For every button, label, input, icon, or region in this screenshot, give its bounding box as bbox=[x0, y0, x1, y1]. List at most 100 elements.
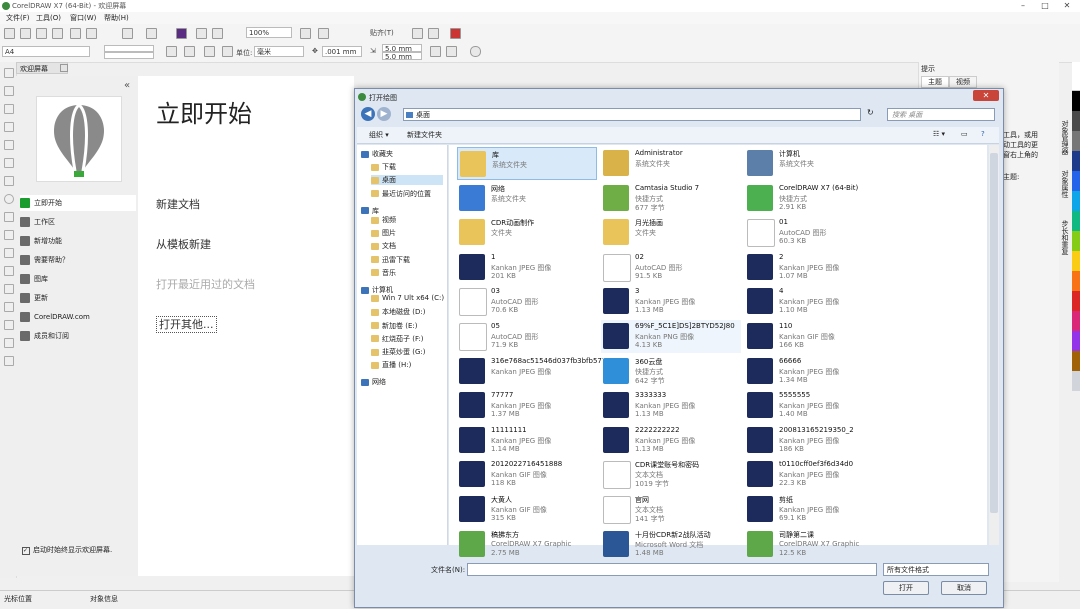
file-item[interactable]: 十月份CDR新2战队活动 Microsoft Word 文档 1.48 MB bbox=[601, 528, 741, 561]
shape-tool-icon[interactable] bbox=[4, 86, 14, 96]
file-item[interactable]: 69%F_5C1E]DS]2BTYD52J80 Kankan PNG 图像 4.13… bbox=[601, 320, 741, 353]
nav-gallery[interactable]: 图库 bbox=[20, 271, 136, 287]
copy-icon[interactable] bbox=[86, 28, 97, 39]
scroll-thumb[interactable] bbox=[990, 153, 998, 513]
cancel-button[interactable]: 取消 bbox=[941, 581, 987, 595]
collapse-icon[interactable]: « bbox=[124, 80, 130, 91]
side-tab-object-properties[interactable]: 对象属性 bbox=[1060, 170, 1070, 198]
file-item[interactable]: Administrator 系统文件夹 bbox=[601, 147, 741, 180]
nav-whats-new[interactable]: 新增功能 bbox=[20, 233, 136, 249]
cut-icon[interactable] bbox=[70, 28, 81, 39]
nav-tree-item[interactable]: 下载 bbox=[371, 162, 443, 172]
nudge-field[interactable]: .001 mm bbox=[322, 46, 362, 57]
nav-tree-item[interactable]: 迅雷下载 bbox=[371, 255, 443, 265]
file-item[interactable]: 2222222222 Kankan JPEG 图像 1.13 MB bbox=[601, 424, 741, 457]
view-icon[interactable]: ☷ ▾ bbox=[933, 130, 945, 138]
swatch[interactable] bbox=[1072, 171, 1080, 191]
unit-select[interactable]: 毫米 bbox=[254, 46, 304, 57]
launch-icon[interactable] bbox=[450, 28, 461, 39]
file-item[interactable]: 计算机 系统文件夹 bbox=[745, 147, 885, 180]
menu-help[interactable]: 帮助(H) bbox=[104, 13, 129, 23]
tab-topics[interactable]: 主题 bbox=[921, 76, 949, 88]
file-item[interactable]: CDR课堂账号和密码 文本文档 1019 字节 bbox=[601, 458, 741, 491]
open-button[interactable]: 打开 bbox=[883, 581, 929, 595]
file-item[interactable]: 司静第二课 CorelDRAW X7 Graphic 12.5 KB bbox=[745, 528, 885, 561]
new-document-link[interactable]: 新建文档 bbox=[156, 196, 200, 212]
file-item[interactable]: 11111111 Kankan JPEG 图像 1.14 MB bbox=[457, 424, 597, 457]
side-tab-object-manager[interactable]: 对象管理器 bbox=[1060, 120, 1070, 155]
nav-tree-item[interactable]: 图片 bbox=[371, 228, 443, 238]
filename-input[interactable] bbox=[467, 563, 877, 576]
swatch[interactable] bbox=[1072, 331, 1080, 351]
file-item[interactable]: 5555555 Kankan JPEG 图像 1.40 MB bbox=[745, 389, 885, 422]
dup-y-field[interactable]: 5.0 mm bbox=[382, 52, 422, 61]
smart-fill-icon[interactable] bbox=[4, 158, 14, 168]
file-item[interactable]: CDR动画制作 文件夹 bbox=[457, 216, 597, 249]
file-item[interactable]: 01 AutoCAD 图形 60.3 KB bbox=[745, 216, 885, 249]
file-item[interactable]: 4 Kankan JPEG 图像 1.10 MB bbox=[745, 285, 885, 318]
file-item[interactable]: 77777 Kankan JPEG 图像 1.37 MB bbox=[457, 389, 597, 422]
snap-to-dropdown[interactable]: 贴齐(T) bbox=[370, 28, 394, 38]
back-button[interactable]: ◀ bbox=[361, 107, 375, 121]
portrait-icon[interactable] bbox=[166, 46, 177, 57]
swatch[interactable] bbox=[1072, 271, 1080, 291]
pan-icon[interactable] bbox=[318, 28, 329, 39]
freehand-tool-icon[interactable] bbox=[4, 140, 14, 150]
minimize-button[interactable]: – bbox=[1012, 0, 1034, 12]
export-icon[interactable] bbox=[212, 28, 223, 39]
file-item[interactable]: 200813165219350_2 Kankan JPEG 图像 186 KB bbox=[745, 424, 885, 457]
file-item[interactable]: 库系统文件夹 bbox=[457, 147, 597, 180]
swatch[interactable] bbox=[1072, 111, 1080, 131]
all-pages-icon[interactable] bbox=[204, 46, 215, 57]
file-item[interactable]: 稿拂东方 CorelDRAW X7 Graphic 2.75 MB bbox=[457, 528, 597, 561]
file-item[interactable]: 316e768ac51546d037fb3bfb577db7ba001 Kanka… bbox=[457, 355, 603, 388]
swatch[interactable] bbox=[1072, 91, 1080, 111]
tab-grid-icon[interactable] bbox=[60, 64, 68, 72]
dup-x-field[interactable]: 5.0 mm bbox=[382, 44, 422, 53]
eyedropper-icon[interactable] bbox=[4, 320, 14, 330]
print-icon[interactable] bbox=[52, 28, 63, 39]
new-from-template-link[interactable]: 从模板新建 bbox=[156, 236, 211, 252]
file-item[interactable]: CorelDRAW X7 (64-Bit) 快捷方式 2.91 KB bbox=[745, 182, 885, 215]
current-page-icon[interactable] bbox=[222, 46, 233, 57]
swatch[interactable] bbox=[1072, 131, 1080, 151]
redo-icon[interactable] bbox=[146, 28, 157, 39]
swatch[interactable] bbox=[1072, 291, 1080, 311]
nav-tree-item[interactable]: 新加卷 (E:) bbox=[371, 321, 443, 331]
nav-tree-item[interactable]: 音乐 bbox=[371, 268, 443, 278]
ellipse-tool-icon[interactable] bbox=[4, 194, 14, 204]
nav-get-started[interactable]: 立即开始 bbox=[20, 195, 136, 211]
file-item[interactable]: 2 Kankan JPEG 图像 1.07 MB bbox=[745, 251, 885, 284]
help-icon[interactable]: ? bbox=[981, 130, 985, 138]
page-size-select[interactable]: A4 bbox=[2, 46, 90, 57]
nav-tree-item[interactable]: 直播 (H:) bbox=[371, 360, 443, 370]
guides-icon[interactable] bbox=[446, 46, 457, 57]
pick-tool-icon[interactable] bbox=[4, 68, 14, 78]
vertical-scrollbar[interactable] bbox=[989, 145, 999, 545]
full-screen-icon[interactable] bbox=[300, 28, 311, 39]
new-folder-button[interactable]: 新建文件夹 bbox=[407, 130, 442, 140]
close-button[interactable]: ✕ bbox=[1056, 0, 1078, 12]
preview-pane-icon[interactable]: ▭ bbox=[961, 130, 968, 138]
drop-shadow-icon[interactable] bbox=[4, 284, 14, 294]
text-tool-icon[interactable] bbox=[4, 230, 14, 240]
parallel-dimension-icon[interactable] bbox=[4, 248, 14, 258]
corel-connect-icon[interactable] bbox=[176, 28, 187, 39]
nav-coreldraw-com[interactable]: CorelDRAW.com bbox=[20, 309, 136, 325]
settings-icon[interactable] bbox=[428, 28, 439, 39]
quick-customize-icon[interactable] bbox=[470, 46, 481, 57]
file-item[interactable]: 05 AutoCAD 图形 71.9 KB bbox=[457, 320, 597, 353]
menu-file[interactable]: 文件(F) bbox=[6, 13, 30, 23]
file-item[interactable]: 官网 文本文档 141 字节 bbox=[601, 493, 741, 526]
file-item[interactable]: 110 Kankan GIF 图像 166 KB bbox=[745, 320, 885, 353]
file-item[interactable]: 66666 Kankan JPEG 图像 1.34 MB bbox=[745, 355, 885, 388]
interactive-fill-icon[interactable] bbox=[4, 338, 14, 348]
file-item[interactable]: 03 AutoCAD 图形 70.6 KB bbox=[457, 285, 597, 318]
nav-membership[interactable]: 成员和订阅 bbox=[20, 328, 136, 344]
nav-workspace[interactable]: 工作区 bbox=[20, 214, 136, 230]
refresh-icon[interactable]: ↻ bbox=[867, 108, 874, 117]
connector-tool-icon[interactable] bbox=[4, 266, 14, 276]
file-item[interactable]: 02 AutoCAD 图形 91.5 KB bbox=[601, 251, 741, 284]
options-icon[interactable] bbox=[412, 28, 423, 39]
forward-button[interactable]: ▶ bbox=[377, 107, 391, 121]
